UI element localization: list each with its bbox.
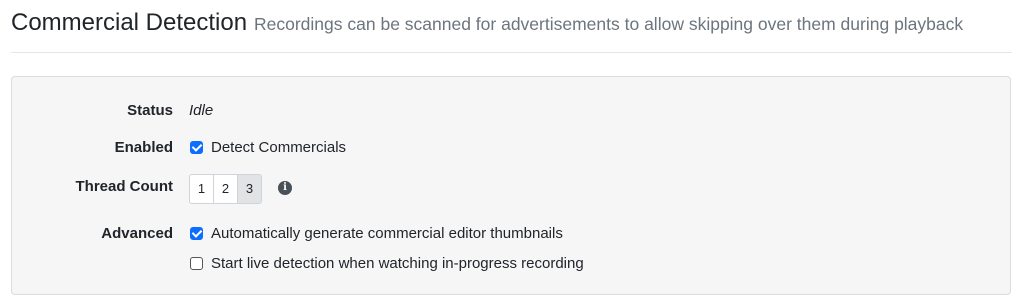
thread-count-option-1[interactable]: 1 [189,174,214,204]
commercial-detection-panel: Status Idle Enabled Detect Commercials T… [11,76,1011,295]
info-circle-icon[interactable]: i [278,181,292,195]
status-label: Status [127,102,173,119]
generate-thumbnails-checkbox[interactable] [190,227,203,240]
page-subtitle: Recordings can be scanned for advertisem… [254,14,964,34]
page-title: Commercial Detection [11,9,248,36]
status-value: Idle [189,102,214,119]
page-header: Commercial Detection Recordings can be s… [11,6,1012,53]
enabled-label: Enabled [114,139,173,156]
detect-commercials-label[interactable]: Detect Commercials [211,139,346,156]
detect-commercials-checkbox[interactable] [190,141,203,154]
thread-count-option-2[interactable]: 2 [213,174,238,204]
thread-count-option-3[interactable]: 3 [237,174,262,204]
live-detection-label[interactable]: Start live detection when watching in-pr… [211,255,584,272]
advanced-label: Advanced [101,225,173,242]
thread-count-selector: 1 2 3 [189,174,262,204]
generate-thumbnails-label[interactable]: Automatically generate commercial editor… [211,225,563,242]
thread-count-label: Thread Count [75,178,174,195]
live-detection-checkbox[interactable] [190,257,203,270]
